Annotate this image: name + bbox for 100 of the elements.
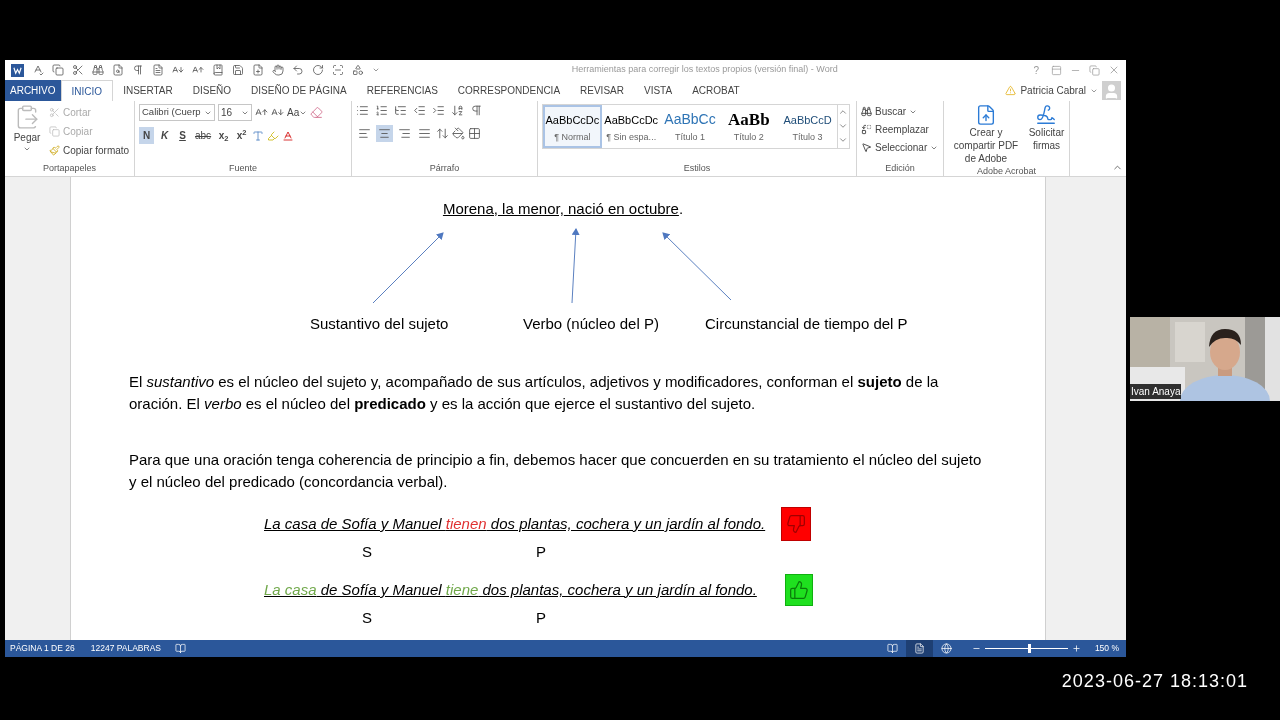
zoom-slider[interactable] bbox=[984, 644, 1068, 653]
select-button[interactable]: Seleccionar bbox=[861, 140, 939, 155]
group-label: Adobe Acrobat bbox=[976, 165, 1036, 178]
style-item[interactable]: AaBbCcDc ¶ Sin espa... bbox=[601, 105, 661, 148]
pilcrow-icon[interactable] bbox=[132, 64, 144, 76]
grow-font-icon[interactable] bbox=[192, 64, 204, 76]
replace-button[interactable]: Reemplazar bbox=[861, 122, 939, 137]
multilevel-list-icon[interactable] bbox=[394, 104, 407, 117]
font-name-field[interactable]: Calibri (Cuerp bbox=[139, 104, 215, 121]
proofing-icon[interactable] bbox=[175, 643, 186, 654]
group-label: Fuente bbox=[229, 162, 257, 176]
undo-icon[interactable] bbox=[292, 64, 304, 76]
pilcrow-icon[interactable] bbox=[470, 104, 483, 117]
increase-indent-icon[interactable] bbox=[432, 104, 445, 117]
font-color-icon[interactable] bbox=[282, 129, 295, 142]
find-button[interactable]: Buscar bbox=[861, 104, 939, 119]
ribbon-tab[interactable]: REVISAR bbox=[570, 80, 634, 101]
user-name[interactable]: Patricia Cabral bbox=[1020, 83, 1086, 98]
group-label: Edición bbox=[885, 162, 915, 176]
paste-button[interactable]: Pegar bbox=[9, 104, 45, 158]
save-icon[interactable] bbox=[232, 64, 244, 76]
format-button[interactable]: x$_{2}$ bbox=[216, 127, 232, 144]
eraser-icon[interactable] bbox=[310, 106, 324, 119]
ribbon-tab[interactable]: INSERTAR bbox=[113, 80, 183, 101]
style-item[interactable]: AaBbCcD Título 3 bbox=[778, 105, 837, 148]
format-button[interactable]: K bbox=[157, 127, 172, 144]
format-button[interactable]: abc bbox=[193, 127, 214, 144]
copy-icon[interactable] bbox=[52, 64, 64, 76]
style-item[interactable]: AaBbCcDc ¶ Normal bbox=[543, 105, 602, 148]
ribbon-tab[interactable]: VISTA bbox=[633, 80, 683, 101]
zoom-in-icon[interactable] bbox=[1071, 644, 1081, 653]
ribbon-tab[interactable]: REFERENCIAS bbox=[356, 80, 448, 101]
ribbon-tab[interactable]: ACROBAT bbox=[682, 80, 750, 101]
align-icon bbox=[378, 127, 391, 140]
line-spacing-icon[interactable] bbox=[436, 127, 449, 140]
caret-icon bbox=[23, 145, 31, 153]
page-count[interactable]: PÁGINA 1 DE 26 bbox=[10, 642, 75, 655]
zoom-level[interactable]: 150 % bbox=[1094, 642, 1119, 655]
arrow bbox=[372, 232, 444, 304]
annotation-label: Verbo (núcleo del P) bbox=[523, 314, 659, 334]
binoculars-icon[interactable] bbox=[92, 64, 104, 76]
align-button[interactable] bbox=[376, 125, 393, 142]
predicate-label: P bbox=[536, 541, 546, 562]
borders-icon[interactable] bbox=[468, 127, 481, 140]
shrink-font-icon[interactable] bbox=[172, 64, 184, 76]
touch-mode-icon[interactable] bbox=[272, 64, 284, 76]
caret-icon[interactable] bbox=[372, 66, 380, 74]
zoom-thumb[interactable] bbox=[1027, 644, 1031, 653]
file-tab[interactable]: ARCHIVO bbox=[5, 80, 61, 101]
binoculars-icon bbox=[861, 106, 872, 117]
redo-icon[interactable] bbox=[312, 64, 324, 76]
new-document-icon[interactable] bbox=[252, 64, 264, 76]
page-icon[interactable] bbox=[152, 64, 164, 76]
sort-icon[interactable] bbox=[451, 104, 464, 117]
text-effects-icon[interactable] bbox=[252, 129, 265, 142]
request-signatures-button[interactable]: Solicitar firmas bbox=[1028, 104, 1065, 165]
format-button[interactable]: x$^{2}$ bbox=[234, 127, 250, 144]
notebook-icon[interactable] bbox=[212, 64, 224, 76]
word-logo-icon[interactable] bbox=[11, 63, 24, 77]
create-pdf-button[interactable]: Crear y compartir PDF de Adobe bbox=[948, 104, 1024, 165]
spellcheck-icon[interactable] bbox=[32, 64, 44, 76]
style-item[interactable]: AaBb Título 2 bbox=[719, 105, 779, 148]
annotation-label: Sustantivo del sujeto bbox=[310, 314, 449, 334]
subject-label: S bbox=[362, 607, 373, 628]
paragraph: Para que una oración tenga coherencia de principio a fin, debemos hacer que concuerden en su tratamiento el núcleo del sujeto y el núcleo del predicado (concordancia verbal). bbox=[129, 450, 983, 492]
view-button[interactable] bbox=[905, 640, 933, 657]
word-count[interactable]: 12247 PALABRAS bbox=[90, 642, 161, 655]
scissors-icon[interactable] bbox=[72, 64, 84, 76]
copy-icon bbox=[49, 125, 60, 137]
shapes-icon[interactable] bbox=[352, 64, 364, 76]
ribbon-tab[interactable]: DISEÑO bbox=[182, 80, 242, 101]
pointer-icon bbox=[861, 142, 872, 153]
group-label: Párrafo bbox=[429, 162, 460, 176]
numbering-icon[interactable] bbox=[375, 104, 388, 117]
replace-icon bbox=[861, 124, 872, 135]
close-icon[interactable] bbox=[1108, 64, 1120, 76]
document-icon[interactable] bbox=[112, 64, 124, 76]
arrow bbox=[662, 232, 732, 301]
example-sentence: La casa de Sofía y Manuel tienen dos plantas, cochera y un jardín al fondo. bbox=[264, 513, 766, 534]
style-item[interactable]: AaBbCc Título 1 bbox=[660, 105, 720, 148]
view-icon bbox=[913, 643, 925, 654]
ribbon-tab[interactable]: INICIO bbox=[60, 80, 114, 101]
signature-icon bbox=[1035, 104, 1058, 126]
font-size-field[interactable]: 16 bbox=[218, 104, 252, 121]
file-upload-icon bbox=[975, 104, 997, 126]
timestamp: 2023-06-27 18:13:01 bbox=[1061, 670, 1248, 693]
shading-icon[interactable] bbox=[452, 127, 465, 140]
scan-icon[interactable] bbox=[332, 64, 344, 76]
decrease-indent-icon[interactable] bbox=[413, 104, 426, 117]
participant-name: Ivan Anaya bbox=[1130, 384, 1182, 399]
format-button[interactable]: N bbox=[139, 127, 154, 144]
paintbrush-icon bbox=[49, 144, 60, 156]
ribbon-tab[interactable]: DISEÑO DE PÁGINA bbox=[241, 80, 357, 101]
example-sentence: La casa de Sofía y Manuel tiene dos plantas, cochera y un jardín al fondo. bbox=[264, 579, 757, 600]
bullets-icon[interactable] bbox=[356, 104, 369, 117]
change-case-button[interactable]: Aa bbox=[287, 105, 308, 120]
ribbon-tab[interactable]: CORRESPONDENCIA bbox=[447, 80, 571, 101]
window-title: Herramientas para corregir los textos propios (versión final) - Word bbox=[570, 63, 839, 77]
format-button[interactable]: S bbox=[175, 127, 190, 144]
clipboard-button[interactable]: Copiar formato bbox=[49, 142, 130, 158]
